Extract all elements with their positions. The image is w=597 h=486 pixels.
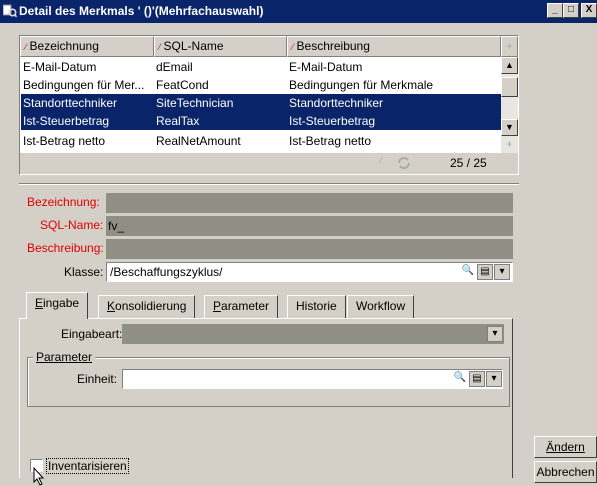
dropdown-arrow-icon[interactable]: ▾ (494, 264, 510, 280)
bezeichnung-field[interactable] (106, 193, 513, 213)
window-icon (3, 4, 17, 18)
tab-historie[interactable]: Historie (287, 295, 346, 318)
characteristics-list[interactable]: ⁄ Bezeichnung ⁄ SQL-Name ⁄ Beschreibung + E… (19, 35, 519, 175)
search-icon[interactable]: 🔍 (452, 371, 468, 387)
list-scrollbar[interactable]: ▲ ▼ + (501, 57, 518, 153)
table-row-selected[interactable]: Ist-Steuerbetrag RealTax Ist-Steuerbetra… (21, 112, 501, 130)
dropdown-arrow-icon[interactable]: ▾ (486, 371, 502, 387)
sqlname-label: SQL-Name: (40, 218, 104, 232)
beschreibung-field[interactable] (106, 239, 513, 259)
refresh-icon[interactable] (396, 156, 412, 170)
mouse-cursor-icon (33, 467, 45, 486)
scroll-down-icon[interactable]: ▼ (501, 119, 518, 136)
title-bar: Detail des Merkmals ' ()'(Mehrfachauswah… (0, 0, 597, 23)
record-count: 25 / 25 (450, 156, 487, 170)
sort-arrow-icon: ⁄ (292, 42, 294, 52)
beschreibung-label: Beschreibung: (27, 241, 104, 255)
tab-eingabe[interactable]: Eingabe (26, 292, 89, 319)
table-row[interactable]: E-Mail-Datum dEmail E-Mail-Datum (21, 58, 501, 76)
tab-workflow[interactable]: Workflow (347, 295, 415, 318)
sort-arrow-icon: ⁄ (25, 42, 27, 52)
row-add-icon[interactable]: + (501, 136, 518, 153)
window-title: Detail des Merkmals ' ()'(Mehrfachauswah… (19, 4, 264, 18)
bezeichnung-label: Bezeichnung: (27, 195, 100, 209)
andern-button[interactable]: Ändern (534, 436, 597, 458)
list-footer: ⁄ 25 / 25 (20, 153, 518, 174)
eingabeart-select[interactable]: ▾ (122, 324, 504, 344)
sort-arrow-icon: ⁄ (159, 42, 161, 52)
column-add-icon[interactable]: + (501, 36, 518, 57)
filter-icon[interactable]: ⁄ (380, 156, 382, 167)
scroll-thumb[interactable] (501, 77, 518, 97)
dropdown-arrow-icon[interactable]: ▾ (487, 326, 503, 342)
detail-icon[interactable]: ▤ (469, 371, 485, 387)
close-button[interactable]: X (581, 3, 597, 18)
klasse-label: Klasse: (64, 265, 104, 279)
detail-icon[interactable]: ▤ (477, 264, 493, 280)
table-row-selected[interactable]: Standorttechniker SiteTechnician Standor… (21, 94, 501, 112)
tab-konsolidierung[interactable]: Konsolidierung (98, 295, 196, 318)
separator (19, 183, 519, 185)
tab-parameter[interactable]: Parameter (204, 295, 279, 318)
minimize-button[interactable]: _ (547, 3, 563, 18)
sqlname-field[interactable]: fv_ (106, 216, 513, 236)
table-row[interactable]: Ist-Betrag netto RealNetAmount Ist-Betra… (21, 132, 501, 150)
abbrechen-button[interactable]: Abbrechen (534, 461, 597, 483)
eingabeart-label: Eingabeart: (61, 327, 123, 341)
column-header-sqlname[interactable]: ⁄ SQL-Name (154, 36, 287, 57)
column-header-bezeichnung[interactable]: ⁄ Bezeichnung (20, 36, 154, 57)
inventarisieren-label[interactable]: Inventarisieren (46, 458, 129, 474)
table-row[interactable]: Bedingungen für Mer... FeatCond Bedingun… (21, 76, 501, 94)
scroll-up-icon[interactable]: ▲ (501, 57, 518, 74)
column-header-beschreibung[interactable]: ⁄ Beschreibung (287, 36, 501, 57)
maximize-button[interactable]: □ (563, 3, 579, 18)
einheit-field[interactable]: 🔍 ▤ ▾ (122, 369, 503, 389)
klasse-field[interactable]: /Beschaffungszyklus/ 🔍 ▤ ▾ (106, 262, 513, 282)
parameter-group-title: Parameter (33, 350, 96, 364)
einheit-label: Einheit: (77, 372, 118, 386)
search-icon[interactable]: 🔍 (460, 264, 476, 280)
